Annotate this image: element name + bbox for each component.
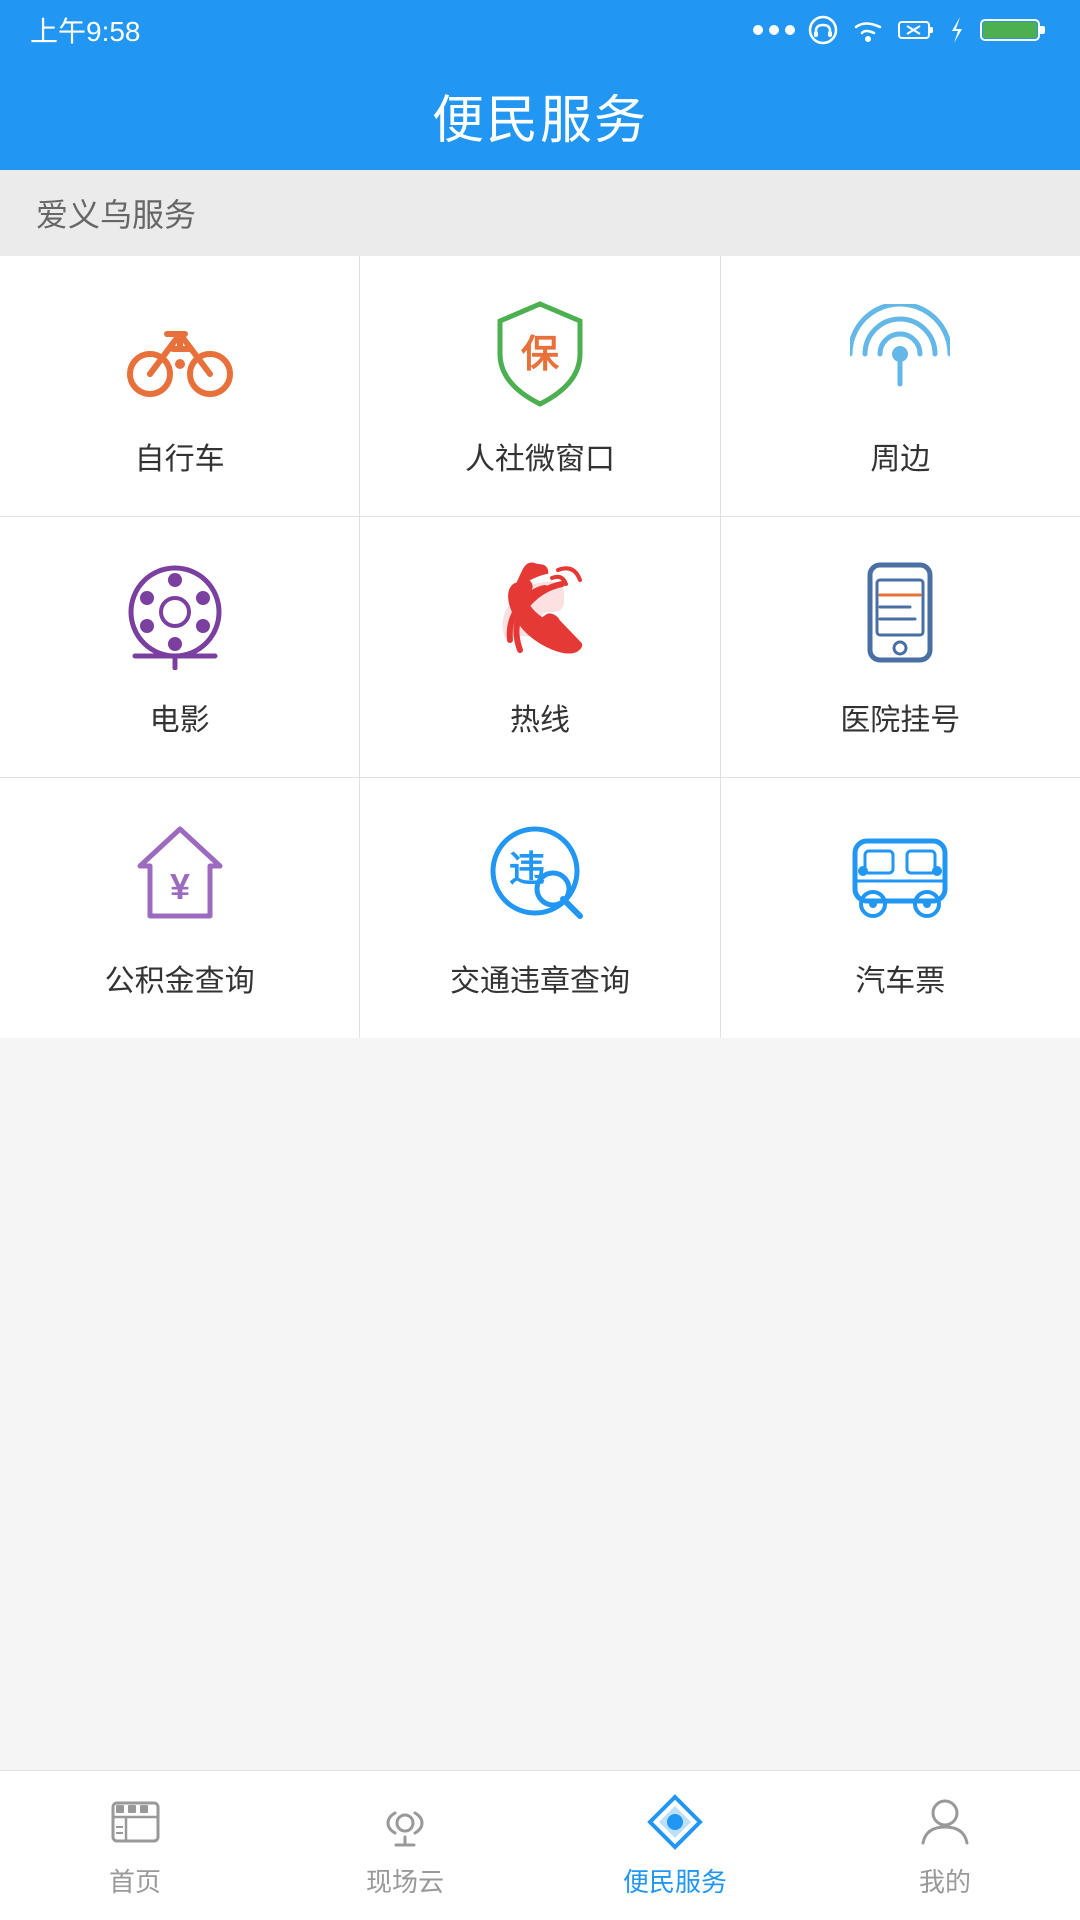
grid-item-bus[interactable]: 汽车票 (721, 778, 1080, 1038)
status-icons (752, 15, 1050, 45)
wifi-icon (850, 15, 886, 45)
service-nav-label: 便民服务 (623, 1862, 727, 1899)
home-nav-icon (105, 1792, 165, 1852)
service-nav-icon (645, 1792, 705, 1852)
grid-item-hrwindow[interactable]: 保 人社微窗口 (360, 256, 720, 516)
svg-text:保: 保 (521, 334, 560, 376)
battery-full-icon (980, 15, 1050, 45)
headset-icon (808, 15, 838, 45)
mine-nav-icon (915, 1792, 975, 1852)
grid-item-violation[interactable]: 违 交通违章查询 (360, 778, 720, 1038)
grid-item-nearby[interactable]: 周边 (721, 256, 1080, 516)
movie-label: 电影 (150, 695, 210, 739)
fund-icon: ¥ (120, 816, 240, 936)
status-bar: 上午9:58 (0, 0, 1080, 60)
page-title: 便民服务 (432, 78, 648, 153)
bus-icon (840, 816, 960, 936)
bike-label: 自行车 (135, 434, 225, 478)
charging-icon (946, 15, 968, 45)
violation-label: 交通违章查询 (450, 956, 630, 1000)
app-header: 便民服务 (0, 60, 1080, 170)
nav-item-live[interactable]: 现场云 (270, 1771, 540, 1920)
bus-label: 汽车票 (855, 956, 945, 1000)
mine-nav-label: 我的 (919, 1862, 971, 1899)
main-content: 爱义乌服务 (0, 170, 1080, 1770)
hotline-label: 热线 (510, 695, 570, 739)
svg-text:¥: ¥ (170, 866, 190, 907)
grid-item-hospital[interactable]: 医院挂号 (721, 517, 1080, 777)
service-grid: 自行车 保 人社微窗口 (0, 256, 1080, 1038)
live-nav-label: 现场云 (366, 1862, 444, 1899)
movie-icon (120, 555, 240, 675)
grid-row-1: 自行车 保 人社微窗口 (0, 256, 1080, 517)
status-time: 上午9:58 (30, 10, 141, 50)
signal-icon (752, 20, 796, 40)
battery-x-icon (898, 19, 934, 41)
grid-item-hotline[interactable]: 热线 (360, 517, 720, 777)
nearby-label: 周边 (870, 434, 930, 478)
hospital-label: 医院挂号 (840, 695, 960, 739)
live-nav-icon (375, 1792, 435, 1852)
nav-item-service[interactable]: 便民服务 (540, 1771, 810, 1920)
hotline-icon (480, 555, 600, 675)
grid-item-movie[interactable]: 电影 (0, 517, 360, 777)
bike-icon (120, 294, 240, 414)
nav-item-mine[interactable]: 我的 (810, 1771, 1080, 1920)
grid-item-bike[interactable]: 自行车 (0, 256, 360, 516)
hrwindow-label: 人社微窗口 (465, 434, 615, 478)
fund-label: 公积金查询 (105, 956, 255, 1000)
grid-item-fund[interactable]: ¥ 公积金查询 (0, 778, 360, 1038)
home-nav-label: 首页 (109, 1862, 161, 1899)
grid-row-3: ¥ 公积金查询 违 (0, 778, 1080, 1038)
bottom-nav: 首页 现场云 便民服务 (0, 1770, 1080, 1920)
violation-icon: 违 (480, 816, 600, 936)
section-header: 爱义乌服务 (0, 170, 1080, 256)
nav-item-home[interactable]: 首页 (0, 1771, 270, 1920)
nearby-icon (840, 294, 960, 414)
hrwindow-icon: 保 (480, 294, 600, 414)
hospital-icon (840, 555, 960, 675)
grid-row-2: 电影 (0, 517, 1080, 778)
